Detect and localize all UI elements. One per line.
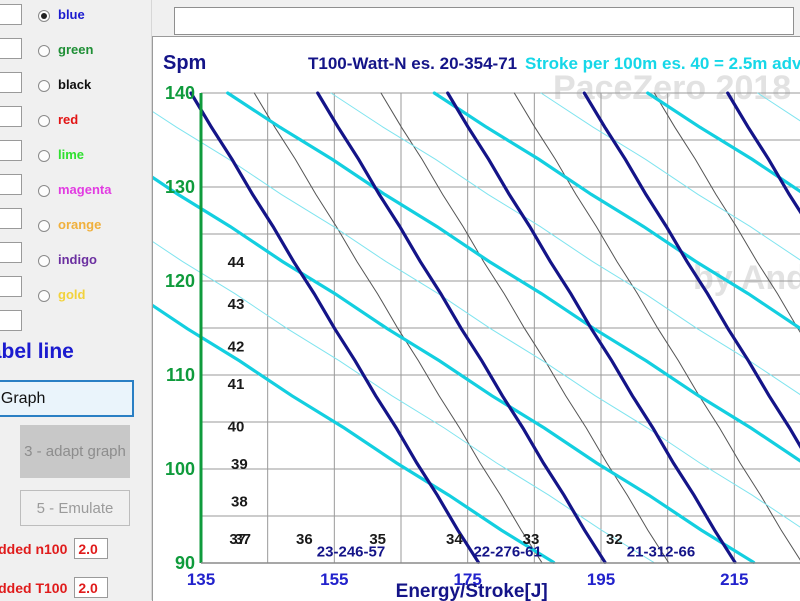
- radio-icon-lime[interactable]: [38, 150, 50, 162]
- added-n100-row: Added n100 2.0: [0, 538, 108, 559]
- chart-panel: PaceZero 2018by And 14013012011010090135…: [152, 36, 800, 601]
- color-radio-group: blue green black red lime magenta orange: [38, 8, 150, 323]
- radio-label-lime: lime: [58, 148, 84, 162]
- mini-field-9[interactable]: [0, 276, 22, 297]
- radio-option-lime[interactable]: lime: [38, 148, 150, 183]
- contour-label-left: 39: [231, 456, 248, 473]
- qty-graph-button[interactable]: ty Graph: [0, 380, 134, 417]
- contour-label-triple: 21-312-66: [627, 543, 695, 560]
- radio-icon-magenta[interactable]: [38, 185, 50, 197]
- y-tick-label: 110: [166, 365, 195, 385]
- radio-icon-orange[interactable]: [38, 220, 50, 232]
- mini-field-8[interactable]: [0, 242, 22, 263]
- contour-label-left: 42: [228, 339, 245, 356]
- radio-label-black: black: [58, 78, 91, 92]
- mini-field-4[interactable]: [0, 106, 22, 127]
- contour-label-left: 38: [231, 494, 248, 511]
- y-tick-label: 120: [165, 271, 195, 291]
- radio-label-indigo: indigo: [58, 253, 97, 267]
- added-n100-input[interactable]: 2.0: [74, 538, 108, 559]
- contour-label-bottom: 36: [296, 531, 313, 548]
- added-t100-label: Added T100: [0, 580, 67, 596]
- mini-field-1[interactable]: [0, 4, 22, 25]
- contour-label-triple: 23-246-57: [317, 543, 385, 560]
- mini-field-6[interactable]: [0, 174, 22, 195]
- mini-field-2[interactable]: [0, 38, 22, 59]
- y-axis-title: Spm: [163, 52, 206, 74]
- top-text-input[interactable]: [174, 7, 794, 35]
- radio-option-magenta[interactable]: magenta: [38, 183, 150, 218]
- radio-icon-gold[interactable]: [38, 290, 50, 302]
- x-axis-title: Energy/Stroke[J]: [396, 581, 548, 601]
- contour-label-left: 44: [228, 254, 245, 271]
- radio-label-red: red: [58, 113, 78, 127]
- contour-label-bottom: 32: [606, 531, 623, 548]
- radio-icon-red[interactable]: [38, 115, 50, 127]
- chart-title-cyan: Stroke per 100m es. 40 = 2.5m adv: [525, 54, 800, 73]
- radio-option-black[interactable]: black: [38, 78, 150, 113]
- adapt-graph-button[interactable]: 3 - adapt graph: [20, 425, 130, 478]
- gridlines-group: [201, 93, 800, 563]
- x-tick-label: 135: [187, 570, 215, 589]
- y-tick-label: 100: [165, 459, 195, 479]
- radio-label-green: green: [58, 43, 93, 57]
- radio-icon-blue[interactable]: [38, 10, 50, 22]
- mini-field-10[interactable]: [0, 310, 22, 331]
- radio-option-orange[interactable]: orange: [38, 218, 150, 253]
- contour-label-bottom: 37: [229, 531, 246, 548]
- radio-label-orange: orange: [58, 218, 101, 232]
- radio-icon-black[interactable]: [38, 80, 50, 92]
- radio-option-gold[interactable]: gold: [38, 288, 150, 323]
- contour-label-left: 43: [228, 296, 245, 313]
- label-line-heading: label line: [0, 340, 74, 364]
- contour-label-triple: 22-276-61: [473, 543, 541, 560]
- x-tick-label: 195: [587, 570, 615, 589]
- chart-svg: PaceZero 2018by And 14013012011010090135…: [153, 37, 800, 601]
- x-tick-label: 215: [720, 570, 748, 589]
- added-t100-row: Added T100 2.0: [0, 577, 108, 598]
- left-control-panel: blue green black red lime magenta orange: [0, 0, 152, 600]
- radio-option-red[interactable]: red: [38, 113, 150, 148]
- y-tick-label: 130: [165, 177, 195, 197]
- added-n100-label: Added n100: [0, 541, 67, 557]
- radio-option-green[interactable]: green: [38, 43, 150, 78]
- contour-label-left: 40: [228, 418, 245, 435]
- emulate-button[interactable]: 5 - Emulate: [20, 490, 130, 526]
- y-tick-label: 140: [165, 83, 195, 103]
- radio-label-magenta: magenta: [58, 183, 111, 197]
- radio-icon-green[interactable]: [38, 45, 50, 57]
- mini-field-column: [0, 4, 24, 344]
- contour-label-bottom: 34: [446, 531, 463, 548]
- mini-field-3[interactable]: [0, 72, 22, 93]
- radio-option-indigo[interactable]: indigo: [38, 253, 150, 288]
- radio-icon-indigo[interactable]: [38, 255, 50, 267]
- added-t100-input[interactable]: 2.0: [74, 577, 108, 598]
- x-tick-label: 155: [320, 570, 348, 589]
- radio-label-gold: gold: [58, 288, 85, 302]
- contour-label-left: 41: [228, 376, 245, 393]
- mini-field-7[interactable]: [0, 208, 22, 229]
- chart-title-navy: T100-Watt-N es. 20-354-71: [308, 54, 517, 73]
- radio-option-blue[interactable]: blue: [38, 8, 150, 43]
- radio-label-blue: blue: [58, 8, 85, 22]
- mini-field-5[interactable]: [0, 140, 22, 161]
